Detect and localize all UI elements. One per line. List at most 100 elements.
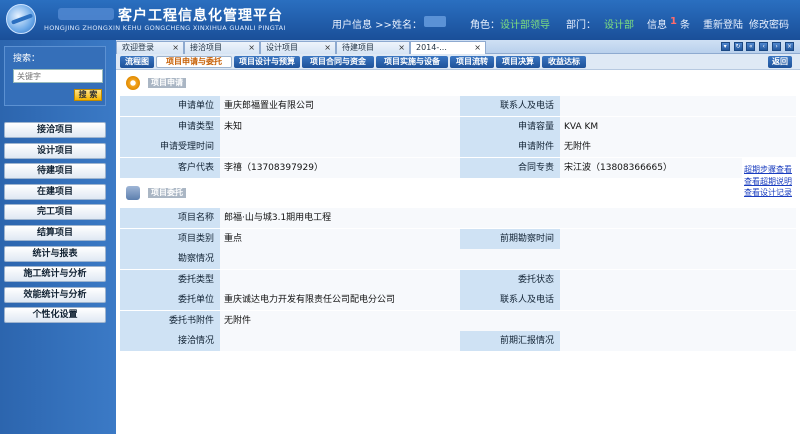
subtab-final-accounts[interactable]: 项目决算	[496, 56, 540, 68]
entrust-table: 项目名称 郎福·山与城3.1期用电工程 项目类别 重点 前期勘察时间 勘察情况 …	[120, 208, 796, 352]
subtab-implement-equipment[interactable]: 项目实施与设备	[376, 56, 448, 68]
sidebar-item-contact-projects[interactable]: 接洽项目	[4, 122, 106, 138]
field-label: 联系人及电话	[460, 96, 560, 116]
close-icon[interactable]: ×	[324, 42, 331, 53]
sidebar-item-completed-projects[interactable]: 完工项目	[4, 204, 106, 221]
table-row: 接洽情况 前期汇报情况	[120, 331, 796, 352]
sidebar-item-efficiency-analysis[interactable]: 效能统计与分析	[4, 286, 106, 303]
subtab-transfer[interactable]: 项目流转	[450, 56, 494, 68]
sidebar-item-design-projects[interactable]: 设计项目	[4, 142, 106, 159]
subtab-design-budget[interactable]: 项目设计与预算	[234, 56, 300, 68]
table-row: 客户代表 李禧（13708397929） 合同专责 宋江波（1380836666…	[120, 157, 796, 178]
table-row: 勘察情况	[120, 249, 796, 270]
first-icon[interactable]: «	[746, 42, 756, 51]
field-label: 勘察情况	[120, 249, 220, 269]
sidebar-item-statistics-reports[interactable]: 统计与报表	[4, 245, 106, 262]
next-icon[interactable]: ›	[772, 42, 782, 51]
design-records-link[interactable]: 查看设计记录	[744, 187, 792, 199]
tab-label: 接洽项目	[190, 43, 222, 52]
field-label: 接洽情况	[120, 331, 220, 351]
company-logo-icon	[6, 4, 36, 34]
field-label: 申请附件	[460, 137, 560, 157]
close-icon[interactable]: ×	[248, 42, 255, 53]
subtab-apply-entrust[interactable]: 项目申请与委托	[156, 56, 232, 68]
window-controls: ▾ ↻ « ‹ › ×	[720, 42, 794, 52]
back-button[interactable]: 返回	[768, 56, 792, 68]
field-value	[560, 290, 796, 310]
tab-design-projects[interactable]: 设计项目 ×	[260, 41, 336, 54]
relogin-link[interactable]: 重新登陆	[703, 16, 743, 31]
apply-table: 申请单位 重庆郎福置业有限公司 联系人及电话 申请类型 未知 申请容量 KVA …	[120, 96, 796, 178]
sidebar-item-settled-projects[interactable]: 结算项目	[4, 224, 106, 241]
tab-contact-projects[interactable]: 接洽项目 ×	[184, 41, 260, 54]
field-value: 未知	[220, 116, 460, 137]
search-button[interactable]: 搜 索	[74, 89, 102, 101]
tab-label: 设计项目	[266, 43, 298, 52]
field-value	[220, 137, 460, 157]
field-label: 前期勘察时间	[460, 228, 560, 249]
field-label: 前期汇报情况	[460, 331, 560, 351]
subtab-flowchart[interactable]: 流程图	[120, 56, 154, 68]
field-value: 无附件	[560, 137, 796, 157]
field-label: 联系人及电话	[460, 290, 560, 310]
role-value: 设计部领导	[500, 20, 550, 31]
tab-welcome[interactable]: 欢迎登录 ×	[116, 41, 184, 54]
main-content: 项目申请 申请单位 重庆郎福置业有限公司 联系人及电话 申请类型 未知 申请容量…	[116, 70, 800, 434]
sidebar-item-building-projects[interactable]: 在建项目	[4, 183, 106, 200]
sidebar-item-construction-analysis[interactable]: 施工统计与分析	[4, 266, 106, 283]
sidebar-item-personal-settings[interactable]: 个性化设置	[4, 307, 106, 324]
field-value	[560, 96, 796, 116]
tab-current-project[interactable]: 2014-... ×	[410, 41, 486, 54]
table-row: 申请单位 重庆郎福置业有限公司 联系人及电话	[120, 96, 796, 117]
message-link[interactable]: 信息	[647, 16, 667, 31]
message-count[interactable]: 1	[670, 16, 677, 27]
dropdown-icon[interactable]: ▾	[720, 42, 730, 51]
field-label: 申请类型	[120, 116, 220, 137]
tab-pending-projects[interactable]: 待建项目 ×	[336, 41, 410, 54]
user-info-link[interactable]: 用户信息 >>	[332, 16, 392, 31]
search-input[interactable]	[13, 69, 103, 83]
refresh-icon[interactable]: ↻	[733, 42, 743, 51]
close-icon[interactable]: ×	[474, 42, 481, 53]
table-row: 项目名称 郎福·山与城3.1期用电工程	[120, 208, 796, 229]
sidebar-item-pending-projects[interactable]: 待建项目	[4, 163, 106, 180]
field-label: 项目类别	[120, 228, 220, 249]
table-row: 项目类别 重点 前期勘察时间	[120, 228, 796, 249]
overdue-notes-link[interactable]: 查看超期说明	[744, 176, 792, 188]
overdue-steps-link[interactable]: 超期步骤查看	[744, 164, 792, 176]
field-value: KVA KM	[560, 116, 796, 137]
sidebar: 搜索： 搜 索 接洽项目 设计项目 待建项目 在建项目 完工项目 结算项目 统计…	[0, 40, 116, 434]
close-all-icon[interactable]: ×	[785, 42, 794, 51]
prev-icon[interactable]: ‹	[759, 42, 769, 51]
tab-label: 待建项目	[342, 43, 374, 52]
table-row: 申请类型 未知 申请容量 KVA KM	[120, 116, 796, 137]
section-header-entrust: 项目委托	[120, 184, 796, 202]
change-password-link[interactable]: 修改密码	[749, 16, 789, 31]
field-value: 重点	[220, 228, 460, 249]
field-value	[560, 269, 796, 290]
section-title: 项目申请	[148, 78, 186, 88]
section-title: 项目委托	[148, 188, 186, 198]
field-value	[560, 228, 796, 249]
close-icon[interactable]: ×	[398, 42, 405, 53]
field-value	[220, 269, 460, 290]
action-links: 超期步骤查看 查看超期说明 查看设计记录	[744, 164, 792, 199]
field-value: 重庆诚达电力开发有限责任公司配电分公司	[220, 290, 460, 310]
field-value	[220, 331, 460, 351]
field-label: 项目名称	[120, 208, 220, 228]
user-name-blurred	[424, 16, 446, 27]
subtab-revenue-target[interactable]: 收益达标	[542, 56, 586, 68]
field-label: 申请受理时间	[120, 137, 220, 157]
field-label: 委托单位	[120, 290, 220, 310]
section-tab-bar: 流程图 项目申请与委托 项目设计与预算 项目合同与资金 项目实施与设备 项目流转…	[116, 54, 800, 70]
app-title: 客户工程信息化管理平台	[118, 8, 283, 24]
field-label: 委托书附件	[120, 310, 220, 331]
close-icon[interactable]: ×	[172, 42, 179, 53]
role-label: 角色：	[470, 20, 500, 31]
tab-label: 2014-...	[416, 43, 447, 52]
field-value: 无附件	[220, 310, 796, 331]
field-label: 委托类型	[120, 269, 220, 290]
window-tab-bar: 欢迎登录 × 接洽项目 × 设计项目 × 待建项目 × 2014-... × ▾ ↻ « …	[116, 40, 800, 54]
subtab-contract-funds[interactable]: 项目合同与资金	[302, 56, 374, 68]
field-value: 李禧（13708397929）	[220, 157, 460, 178]
